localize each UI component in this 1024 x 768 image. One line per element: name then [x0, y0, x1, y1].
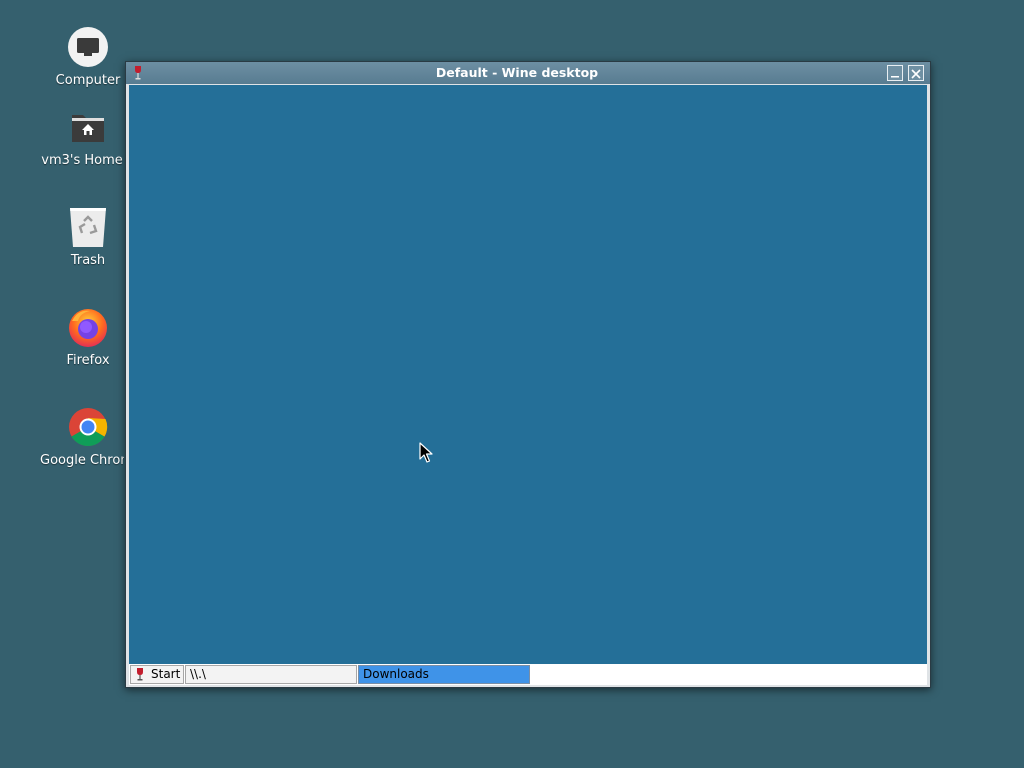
desktop-icon-firefox[interactable]: Firefox [40, 307, 136, 387]
window-title: Default - Wine desktop [435, 65, 599, 80]
home-folder-icon [72, 115, 104, 142]
wine-taskbar: Start \\.\ Downloads [129, 664, 927, 685]
chrome-icon [69, 408, 108, 447]
close-icon [911, 69, 921, 79]
computer-icon [68, 27, 108, 67]
firefox-icon [69, 309, 107, 347]
desktop-icon-label: Google Chrome [40, 453, 124, 468]
trash-icon [70, 208, 106, 247]
start-label: Start [151, 667, 181, 681]
start-button[interactable]: Start [130, 665, 184, 684]
desktop-icon-home[interactable]: vm3's Home [40, 107, 136, 187]
wine-desktop-window[interactable]: Default - Wine desktop Start \\.\ Downlo… [125, 61, 931, 688]
wine-glass-icon [137, 668, 143, 681]
desktop-icon-chrome[interactable]: Google Chrome [40, 407, 136, 487]
desktop-icon-label: vm3's Home [41, 153, 123, 168]
taskbar-item-path[interactable]: \\.\ [185, 665, 357, 684]
wine-desktop-area[interactable] [129, 85, 927, 664]
mouse-cursor-icon [419, 442, 433, 463]
desktop: Computer vm3's Home Trash Firefox Google… [0, 0, 1024, 768]
close-button[interactable] [908, 65, 924, 81]
desktop-icon-trash[interactable]: Trash [40, 207, 136, 287]
desktop-icon-label: Firefox [66, 353, 110, 368]
minimize-button[interactable] [887, 65, 903, 81]
window-titlebar[interactable]: Default - Wine desktop [126, 62, 930, 84]
minimize-icon [891, 76, 899, 78]
taskbar-item-downloads[interactable]: Downloads [358, 665, 530, 684]
desktop-icon-label: Computer [55, 73, 121, 88]
desktop-icon-label: Trash [70, 253, 106, 268]
desktop-icon-computer[interactable]: Computer [40, 27, 136, 107]
